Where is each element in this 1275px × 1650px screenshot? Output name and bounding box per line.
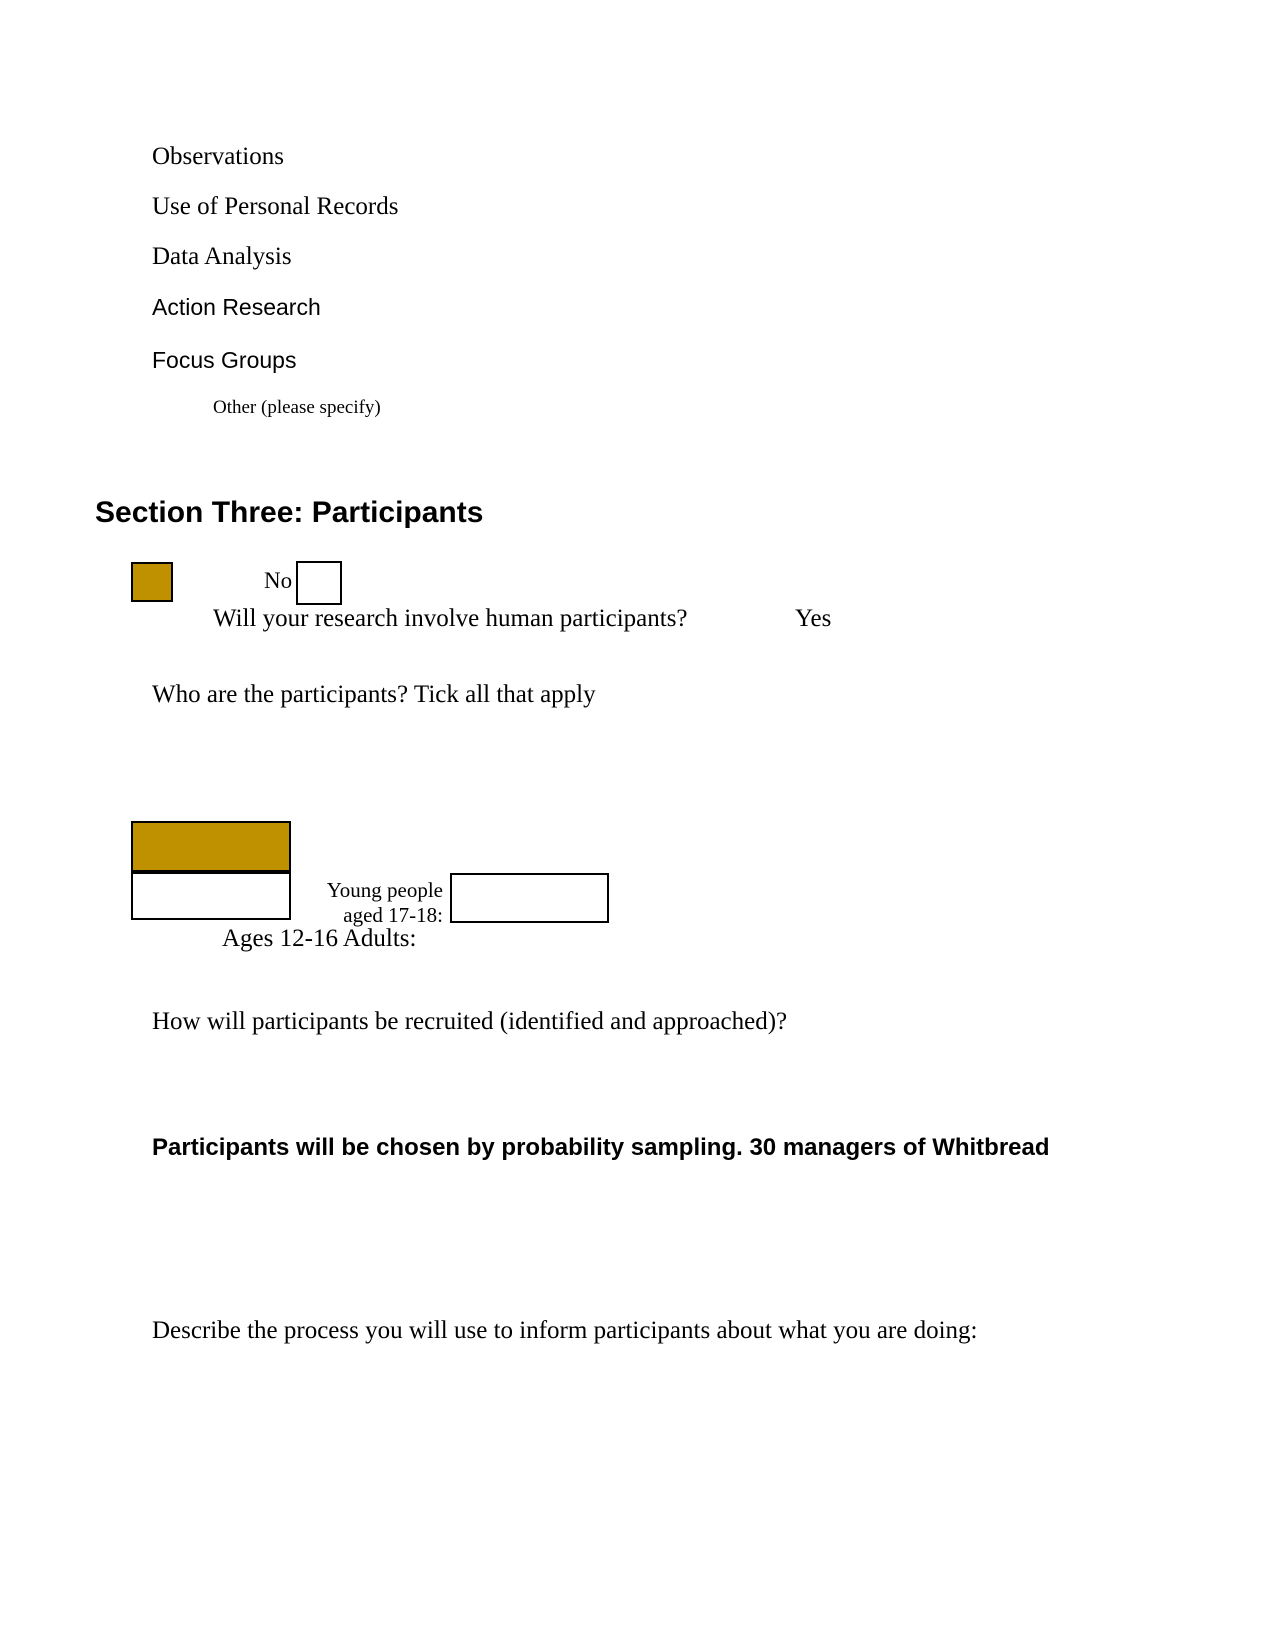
checkbox-human-participants-no[interactable] — [296, 561, 342, 605]
checkbox-label-no: No — [264, 568, 293, 593]
method-item-data-analysis: Data Analysis — [152, 243, 292, 270]
checkbox-young-people-17-18[interactable] — [450, 873, 609, 923]
checkbox-ages-12-16-checked[interactable] — [131, 821, 291, 872]
checkbox-label-yes: Yes — [795, 605, 832, 632]
checkbox-adults[interactable] — [131, 872, 291, 920]
question-recruitment: How will participants be recruited (iden… — [152, 1008, 788, 1035]
method-item-action-research: Action Research — [152, 294, 321, 320]
question-inform-participants: Describe the process you will use to inf… — [152, 1317, 978, 1344]
document-page: Observations Use of Personal Records Dat… — [0, 0, 1275, 1650]
answer-recruitment: Participants will be chosen by probabili… — [152, 1134, 1050, 1161]
method-item-other-please-specify: Other (please specify) — [213, 397, 381, 418]
method-item-observations: Observations — [152, 143, 284, 170]
question-who-are-participants: Who are the participants? Tick all that … — [152, 681, 596, 708]
method-item-focus-groups: Focus Groups — [152, 347, 297, 373]
label-young-people-aged-17-18: Young people aged 17-18: — [325, 878, 443, 928]
method-item-use-of-personal-records: Use of Personal Records — [152, 193, 399, 220]
question-human-participants: Will your research involve human partici… — [213, 605, 688, 632]
label-young-people-line1: Young people — [326, 878, 443, 902]
page-title: Section Three: Participants — [95, 496, 484, 529]
checkbox-human-participants-yes-checked[interactable] — [131, 562, 173, 602]
label-ages-12-16-adults: Ages 12-16 Adults: — [222, 925, 417, 952]
